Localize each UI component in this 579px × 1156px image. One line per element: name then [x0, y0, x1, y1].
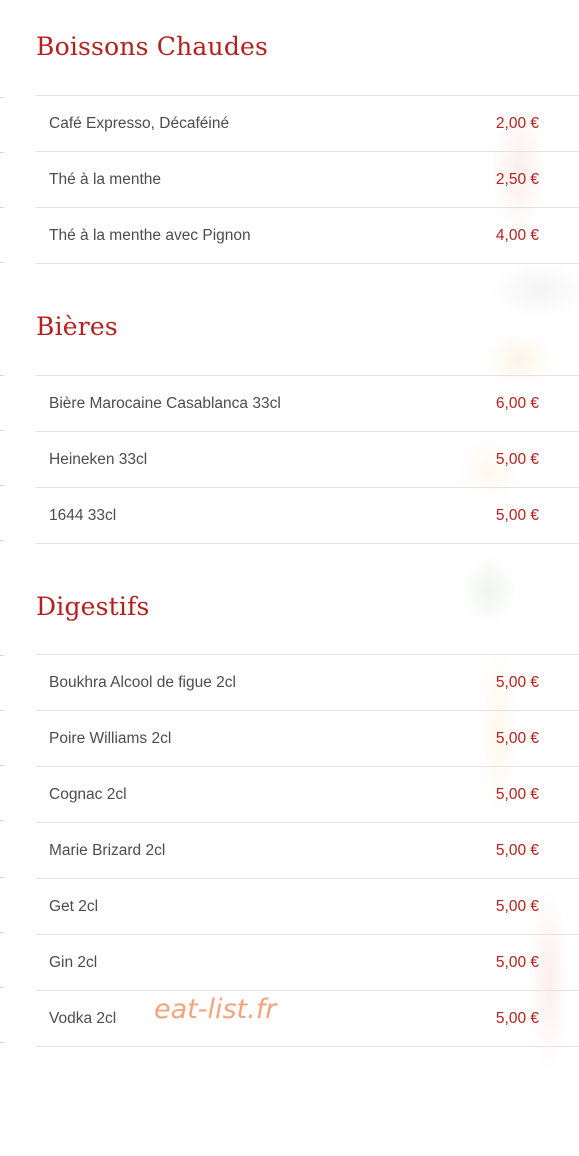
section-digestifs: Digestifs Boukhra Alcool de figue 2cl 5,…: [36, 592, 579, 1047]
item-price: 4,00 €: [495, 226, 539, 244]
watermark-text: eat-list.fr: [154, 994, 277, 1025]
item-name: Heineken 33cl: [49, 450, 148, 468]
menu-item: Thé à la menthe avec Pignon 4,00 €: [36, 208, 579, 264]
menu-item: Bière Marocaine Casablanca 33cl 6,00 €: [36, 376, 579, 432]
menu-item: 1644 33cl 5,00 €: [36, 488, 579, 544]
section-boissons-chaudes: Boissons Chaudes Café Expresso, Décaféin…: [36, 32, 579, 264]
section-title: Digestifs: [36, 592, 150, 621]
item-name: Vodka 2cl: [49, 1009, 117, 1027]
item-price: 5,00 €: [495, 729, 539, 747]
section-title: Boissons Chaudes: [36, 32, 269, 61]
menu-item: Vodka 2cl 5,00 €: [36, 991, 579, 1047]
menu-item: Marie Brizard 2cl 5,00 €: [36, 823, 579, 879]
item-price: 6,00 €: [495, 394, 539, 412]
menu-item: Gin 2cl 5,00 €: [36, 935, 579, 991]
item-name: Cognac 2cl: [49, 785, 127, 803]
item-name: Marie Brizard 2cl: [49, 841, 166, 859]
item-price: 2,00 €: [495, 114, 539, 132]
menu-list: Bière Marocaine Casablanca 33cl 6,00 € H…: [36, 375, 579, 544]
menu-item: Get 2cl 5,00 €: [36, 879, 579, 935]
menu-list: Boukhra Alcool de figue 2cl 5,00 € Poire…: [36, 654, 579, 1047]
item-name: Thé à la menthe: [49, 170, 162, 188]
item-name: Bière Marocaine Casablanca 33cl: [49, 394, 281, 412]
item-name: Thé à la menthe avec Pignon: [49, 226, 251, 244]
menu-item: Boukhra Alcool de figue 2cl 5,00 €: [36, 655, 579, 711]
item-name: 1644 33cl: [49, 506, 117, 524]
item-price: 5,00 €: [495, 897, 539, 915]
item-name: Get 2cl: [49, 897, 99, 915]
menu-item: Poire Williams 2cl 5,00 €: [36, 711, 579, 767]
section-bieres: Bières Bière Marocaine Casablanca 33cl 6…: [36, 312, 579, 544]
item-price: 5,00 €: [495, 506, 539, 524]
item-name: Café Expresso, Décaféiné: [49, 114, 230, 132]
section-title: Bières: [36, 312, 118, 341]
menu-item: Café Expresso, Décaféiné 2,00 €: [36, 96, 579, 152]
item-price: 5,00 €: [495, 785, 539, 803]
item-price: 5,00 €: [495, 1009, 539, 1027]
menu-item: Cognac 2cl 5,00 €: [36, 767, 579, 823]
item-name: Poire Williams 2cl: [49, 729, 172, 747]
item-price: 5,00 €: [495, 953, 539, 971]
left-edge-marks: [0, 0, 4, 1156]
menu-list: Café Expresso, Décaféiné 2,00 € Thé à la…: [36, 95, 579, 264]
item-price: 5,00 €: [495, 450, 539, 468]
item-price: 2,50 €: [495, 170, 539, 188]
menu-item: Thé à la menthe 2,50 €: [36, 152, 579, 208]
item-price: 5,00 €: [495, 673, 539, 691]
item-name: Gin 2cl: [49, 953, 98, 971]
menu-item: Heineken 33cl 5,00 €: [36, 432, 579, 488]
item-name: Boukhra Alcool de figue 2cl: [49, 673, 236, 691]
item-price: 5,00 €: [495, 841, 539, 859]
